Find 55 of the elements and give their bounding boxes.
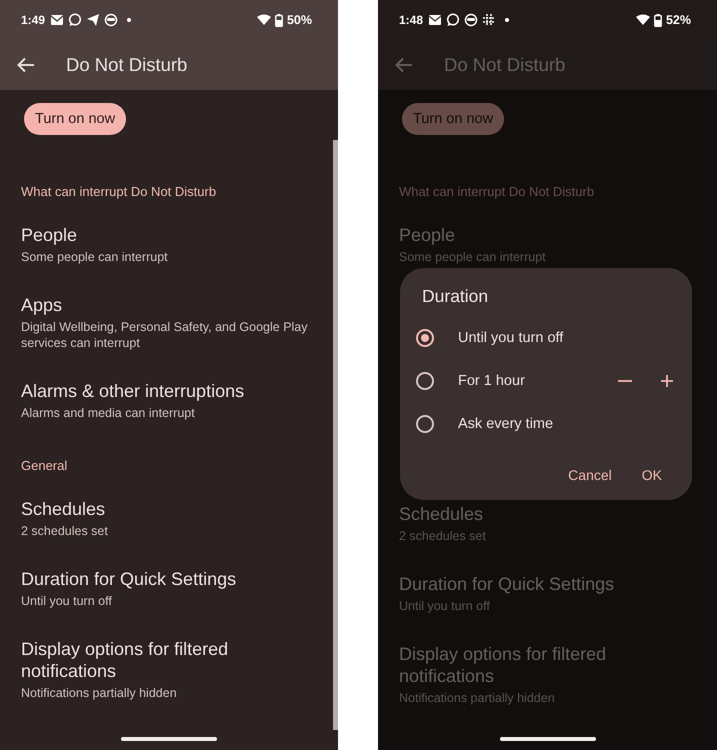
setting-title: People xyxy=(399,224,456,246)
ok-button[interactable]: OK xyxy=(642,463,662,487)
back-button[interactable] xyxy=(17,57,35,73)
option-label: For 1 hour xyxy=(458,372,525,388)
cancel-button[interactable]: Cancel xyxy=(568,463,612,487)
setting-summary: Until you turn off xyxy=(21,593,113,609)
battery-icon xyxy=(274,14,283,26)
setting-summary: Until you turn off xyxy=(399,598,491,614)
setting-title: Alarms & other interruptions xyxy=(21,380,246,402)
setting-title: Display options for filtered notifications xyxy=(21,638,230,682)
section-header: What can interrupt Do Not Disturb xyxy=(21,183,218,201)
dialog-title: Duration xyxy=(422,286,490,306)
setting-summary: Digital Wellbeing, Personal Safety, and Google Play services can interrupt xyxy=(21,319,309,351)
status-time: 1:49 xyxy=(21,13,46,27)
radio-button[interactable] xyxy=(416,328,434,346)
status-time: 1:48 xyxy=(399,13,424,27)
wifi-icon xyxy=(256,14,271,26)
minus-icon xyxy=(618,380,632,382)
setting-title: Display options for filtered notifications xyxy=(399,643,608,687)
setting-summary: Some people can interrupt xyxy=(399,249,547,265)
setting-summary: Notifications partially hidden xyxy=(399,690,556,706)
radio-button[interactable] xyxy=(416,414,434,432)
battery-percent: 50% xyxy=(286,13,312,27)
setting-summary: 2 schedules set xyxy=(21,523,109,539)
back-arrow-icon xyxy=(395,57,413,73)
grid-icon xyxy=(482,13,496,27)
screen-title: Do Not Disturb xyxy=(444,54,566,76)
radio-button[interactable] xyxy=(416,372,434,390)
setting-title: Duration for Quick Settings xyxy=(21,568,238,590)
turn-on-button[interactable]: Turn on now xyxy=(24,103,126,135)
setting-title: People xyxy=(21,224,78,246)
paper-plane-icon xyxy=(86,13,100,27)
back-arrow-icon xyxy=(17,57,35,73)
battery-percent: 52% xyxy=(666,13,691,27)
option-label: Ask every time xyxy=(458,416,554,432)
chat-bubble-icon xyxy=(446,13,460,27)
wifi-icon xyxy=(636,14,650,26)
section-header: General xyxy=(21,457,68,475)
setting-summary: Some people can interrupt xyxy=(21,249,169,265)
mail-icon xyxy=(428,13,442,27)
mail-icon xyxy=(50,13,64,27)
setting-title: Duration for Quick Settings xyxy=(399,573,616,595)
chat-bubble-icon xyxy=(68,13,82,27)
setting-title: Schedules xyxy=(21,498,106,520)
option-label: Until you turn off xyxy=(458,330,564,346)
increase-button[interactable] xyxy=(660,374,674,388)
setting-summary: Alarms and media can interrupt xyxy=(21,405,196,421)
setting-title: Schedules xyxy=(399,503,484,525)
section-header: What can interrupt Do Not Disturb xyxy=(399,183,596,201)
battery-icon xyxy=(654,14,662,26)
setting-summary: Notifications partially hidden xyxy=(21,685,178,701)
setting-summary: 2 schedules set xyxy=(399,528,487,544)
screen-title: Do Not Disturb xyxy=(66,54,188,76)
plus-icon xyxy=(660,374,674,388)
setting-title: Apps xyxy=(21,294,64,316)
